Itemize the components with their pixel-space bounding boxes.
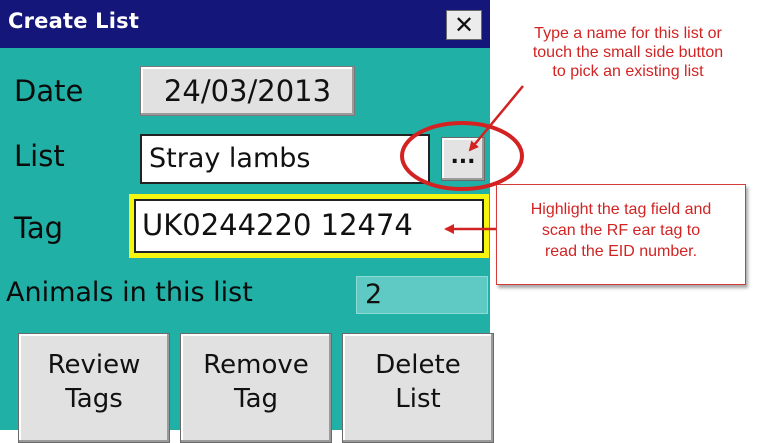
tag-label: Tag <box>14 211 64 245</box>
review-tags-button[interactable]: Review Tags <box>18 333 170 443</box>
tag-input[interactable]: UK0244220 12474 <box>134 199 484 253</box>
delete-list-button[interactable]: Delete List <box>342 333 494 443</box>
list-annotation-line3: to pick an existing list <box>552 63 704 80</box>
animal-count-value-box: 2 <box>356 276 488 314</box>
ellipsis-icon: ... <box>450 144 476 169</box>
remove-tag-button[interactable]: Remove Tag <box>180 333 332 443</box>
review-tags-label-line1: Review <box>47 350 141 380</box>
tag-annotation-line2: scan the RF ear tag to <box>541 222 701 239</box>
list-annotation: Type a name for this list or touch the s… <box>498 24 758 81</box>
remove-tag-label-line2: Tag <box>233 384 278 414</box>
animal-count-label: Animals in this list <box>6 277 253 308</box>
create-list-window: Create List ✕ Date 24/03/2013 List Stray… <box>0 0 494 443</box>
list-label: List <box>14 139 65 173</box>
list-name-input[interactable]: Stray lambs <box>140 134 430 184</box>
delete-list-label-line1: Delete <box>375 350 461 380</box>
tag-field-highlight[interactable]: UK0244220 12474 <box>129 194 489 258</box>
date-value: 24/03/2013 <box>163 74 332 108</box>
title-bar: Create List ✕ <box>0 0 490 48</box>
list-name-value: Stray lambs <box>149 143 311 174</box>
animal-count-value: 2 <box>365 279 383 310</box>
date-button[interactable]: 24/03/2013 <box>140 66 355 116</box>
window-title: Create List <box>8 9 140 33</box>
list-annotation-line2: touch the small side button <box>532 44 724 61</box>
delete-list-label-line2: List <box>395 384 441 414</box>
close-button[interactable]: ✕ <box>446 10 482 40</box>
pick-existing-list-button[interactable]: ... <box>441 137 485 181</box>
review-tags-label-line2: Tags <box>65 384 123 414</box>
tag-annotation-callout: Highlight the tag field and scan the RF … <box>496 184 746 285</box>
list-annotation-line1: Type a name for this list or <box>534 25 722 42</box>
tag-value: UK0244220 12474 <box>142 208 413 242</box>
tag-annotation-line1: Highlight the tag field and <box>530 201 712 218</box>
remove-tag-label-line1: Remove <box>203 350 309 380</box>
date-label: Date <box>14 74 84 108</box>
close-icon: ✕ <box>453 11 475 39</box>
tag-annotation-line3: read the EID number. <box>544 243 698 260</box>
